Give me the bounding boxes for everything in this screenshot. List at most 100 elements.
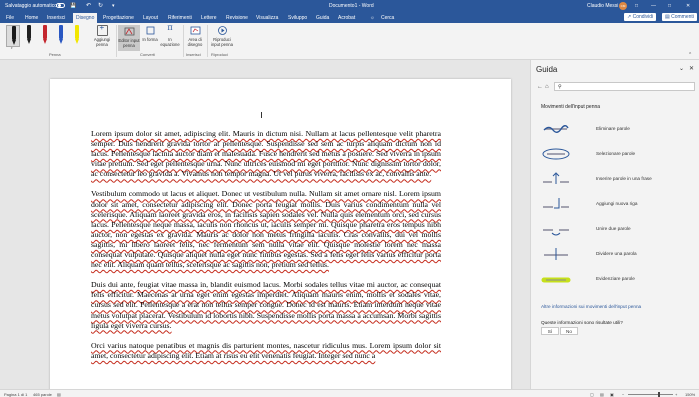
- paragraph[interactable]: Vestibulum commodo ut lacus et aliquet. …: [91, 189, 441, 270]
- print-layout-icon[interactable]: ▣: [610, 392, 614, 397]
- focus-icon[interactable]: ▢: [590, 392, 594, 397]
- avatar[interactable]: CM: [619, 2, 627, 10]
- gesture-label: Aggiungi nuova riga: [596, 201, 638, 206]
- highlighter-tip: [75, 39, 79, 44]
- read-mode-icon[interactable]: ▤: [600, 392, 604, 397]
- ink-replay-label: Riproduci input penna: [211, 37, 233, 47]
- comments-button[interactable]: ▤ Commenti: [662, 13, 697, 21]
- help-pane: Guida ⌄ ✕ ← ⌂ ⚲ Movimenti dell'input pen…: [530, 60, 699, 389]
- group-label-insert: Inserisci: [186, 52, 201, 57]
- quick-access-chevron-icon[interactable]: ▾: [112, 3, 115, 9]
- home-icon[interactable]: ⌂: [545, 84, 549, 90]
- zoom-level[interactable]: 150%: [685, 392, 695, 397]
- maximize-icon[interactable]: □: [668, 3, 671, 9]
- pen-red[interactable]: [38, 25, 52, 47]
- paragraph[interactable]: Lorem ipsum dolor sit amet, adipiscing e…: [91, 129, 441, 179]
- zoom-slider[interactable]: [628, 394, 673, 395]
- comments-label: Commenti: [671, 14, 694, 20]
- page-count[interactable]: Pagina 1 di 1: [4, 392, 27, 397]
- gesture-label: Dividere una parola: [596, 251, 637, 256]
- ink-to-math-button[interactable]: π In equazione: [160, 23, 180, 48]
- collapse-ribbon-icon[interactable]: ⌃: [688, 52, 692, 58]
- minimize-icon[interactable]: —: [651, 3, 656, 9]
- pen-black-body: [12, 26, 16, 40]
- tab-file[interactable]: File: [6, 15, 14, 21]
- proofing-icon[interactable]: ▤: [57, 392, 61, 397]
- tab-design[interactable]: Progettazione: [103, 15, 134, 21]
- zoom-slider-thumb[interactable]: [658, 392, 660, 397]
- tab-home[interactable]: Home: [25, 15, 38, 21]
- tab-review[interactable]: Revisione: [226, 15, 248, 21]
- tab-mailings[interactable]: Lettere: [201, 15, 217, 21]
- ink-replay-button[interactable]: Riproduci input penna: [209, 25, 235, 47]
- tab-insert[interactable]: Inserisci: [47, 15, 65, 21]
- title-bar: Salvataggio automatico 💾 ↶ ↻ ▾ Documento…: [0, 0, 699, 12]
- pen-blue-tip: [59, 39, 63, 44]
- tab-draw[interactable]: Disegno: [73, 13, 98, 23]
- paragraph[interactable]: Duis dui ante, feugiat vitae massa in, b…: [91, 280, 441, 330]
- tab-view[interactable]: Visualizza: [256, 15, 278, 21]
- math-icon: π: [167, 23, 173, 32]
- tab-developer[interactable]: Sviluppo: [288, 15, 307, 21]
- document-page[interactable]: Lorem ipsum dolor sit amet, adipiscing e…: [50, 79, 511, 389]
- tab-layout[interactable]: Layout: [143, 15, 158, 21]
- user-name[interactable]: Claudio Messi: [587, 3, 618, 9]
- pen-blue[interactable]: [54, 25, 68, 47]
- tab-help[interactable]: Guida: [316, 15, 329, 21]
- ribbon-draw: ▾ + Aggiungi penna Penna Editor input pe…: [0, 23, 699, 60]
- chevron-down-icon[interactable]: ▾: [11, 46, 13, 50]
- autosave-toggle[interactable]: [56, 3, 65, 8]
- zoom-in-icon[interactable]: +: [675, 392, 677, 397]
- gesture-item-join[interactable]: Unire due parole: [541, 221, 691, 243]
- drawing-canvas-button[interactable]: Area di disegno: [186, 25, 204, 47]
- group-label-pens: Penna: [49, 52, 61, 57]
- pen-black[interactable]: ▾: [6, 25, 20, 50]
- replay-icon: [217, 25, 228, 36]
- ink-to-shape-button[interactable]: In forma: [142, 25, 158, 42]
- gesture-item-highlight[interactable]: Evidenziare parole: [541, 271, 691, 293]
- pane-options-icon[interactable]: ⌄: [679, 65, 684, 72]
- highlighter-yellow[interactable]: [70, 25, 84, 47]
- paragraph[interactable]: Orci varius natoque penatibus et magnis …: [91, 341, 441, 361]
- add-pen-label: Aggiungi penna: [93, 37, 111, 47]
- pen-black-tip: [12, 40, 16, 45]
- close-pane-icon[interactable]: ✕: [689, 65, 694, 72]
- help-search-input[interactable]: ⚲: [554, 82, 695, 91]
- share-button[interactable]: ↗ Condividi: [624, 13, 657, 21]
- gesture-label: Eliminare parole: [596, 126, 630, 131]
- undo-icon[interactable]: ↶: [86, 2, 91, 9]
- gesture-item-select[interactable]: Selezionare parole: [541, 146, 691, 168]
- document-body[interactable]: Lorem ipsum dolor sit amet, adipiscing e…: [91, 129, 441, 371]
- pen-blue-body: [59, 25, 63, 39]
- ink-to-math-label: In equazione: [160, 37, 180, 47]
- zoom-out-icon[interactable]: −: [622, 392, 624, 397]
- ink-to-shape-label: In forma: [142, 37, 158, 42]
- no-button[interactable]: No: [560, 327, 578, 335]
- gesture-insert-glyph: [543, 172, 569, 184]
- back-icon[interactable]: ←: [537, 84, 543, 90]
- group-label-replay: Riproduci: [211, 52, 228, 57]
- gesture-item-insert[interactable]: Inserire parole in una frase: [541, 171, 691, 193]
- ribbon-options-icon[interactable]: □: [635, 3, 638, 9]
- ink-editor-button[interactable]: Editor input penna: [118, 25, 140, 51]
- gesture-label: Evidenziare parole: [596, 276, 635, 281]
- search-tab-label[interactable]: Cerca: [381, 15, 394, 21]
- close-icon[interactable]: ✕: [686, 3, 690, 9]
- yes-button[interactable]: Sì: [541, 327, 559, 335]
- more-info-link[interactable]: Altre informazioni sui movimenti dell'in…: [541, 304, 641, 309]
- gesture-item-split[interactable]: Dividere una parola: [541, 246, 691, 268]
- tab-acrobat[interactable]: Acrobat: [338, 15, 355, 21]
- save-icon[interactable]: 💾: [70, 3, 76, 9]
- redo-icon[interactable]: ↻: [98, 2, 103, 9]
- shape-icon: [145, 25, 156, 36]
- separator: [207, 25, 208, 57]
- pane-title: Guida: [536, 65, 558, 74]
- add-pen-button[interactable]: + Aggiungi penna: [91, 24, 113, 48]
- gesture-item-delete[interactable]: Eliminare parole: [541, 121, 691, 143]
- gesture-item-new-line[interactable]: Aggiungi nuova riga: [541, 196, 691, 218]
- gesture-select-glyph: [542, 148, 570, 160]
- tab-references[interactable]: Riferimenti: [168, 15, 192, 21]
- pen-dark[interactable]: [22, 25, 36, 47]
- status-bar: Pagina 1 di 1 465 parole ▤ ▢ ▤ ▣ − + 150…: [0, 389, 699, 397]
- word-count[interactable]: 465 parole: [33, 392, 52, 397]
